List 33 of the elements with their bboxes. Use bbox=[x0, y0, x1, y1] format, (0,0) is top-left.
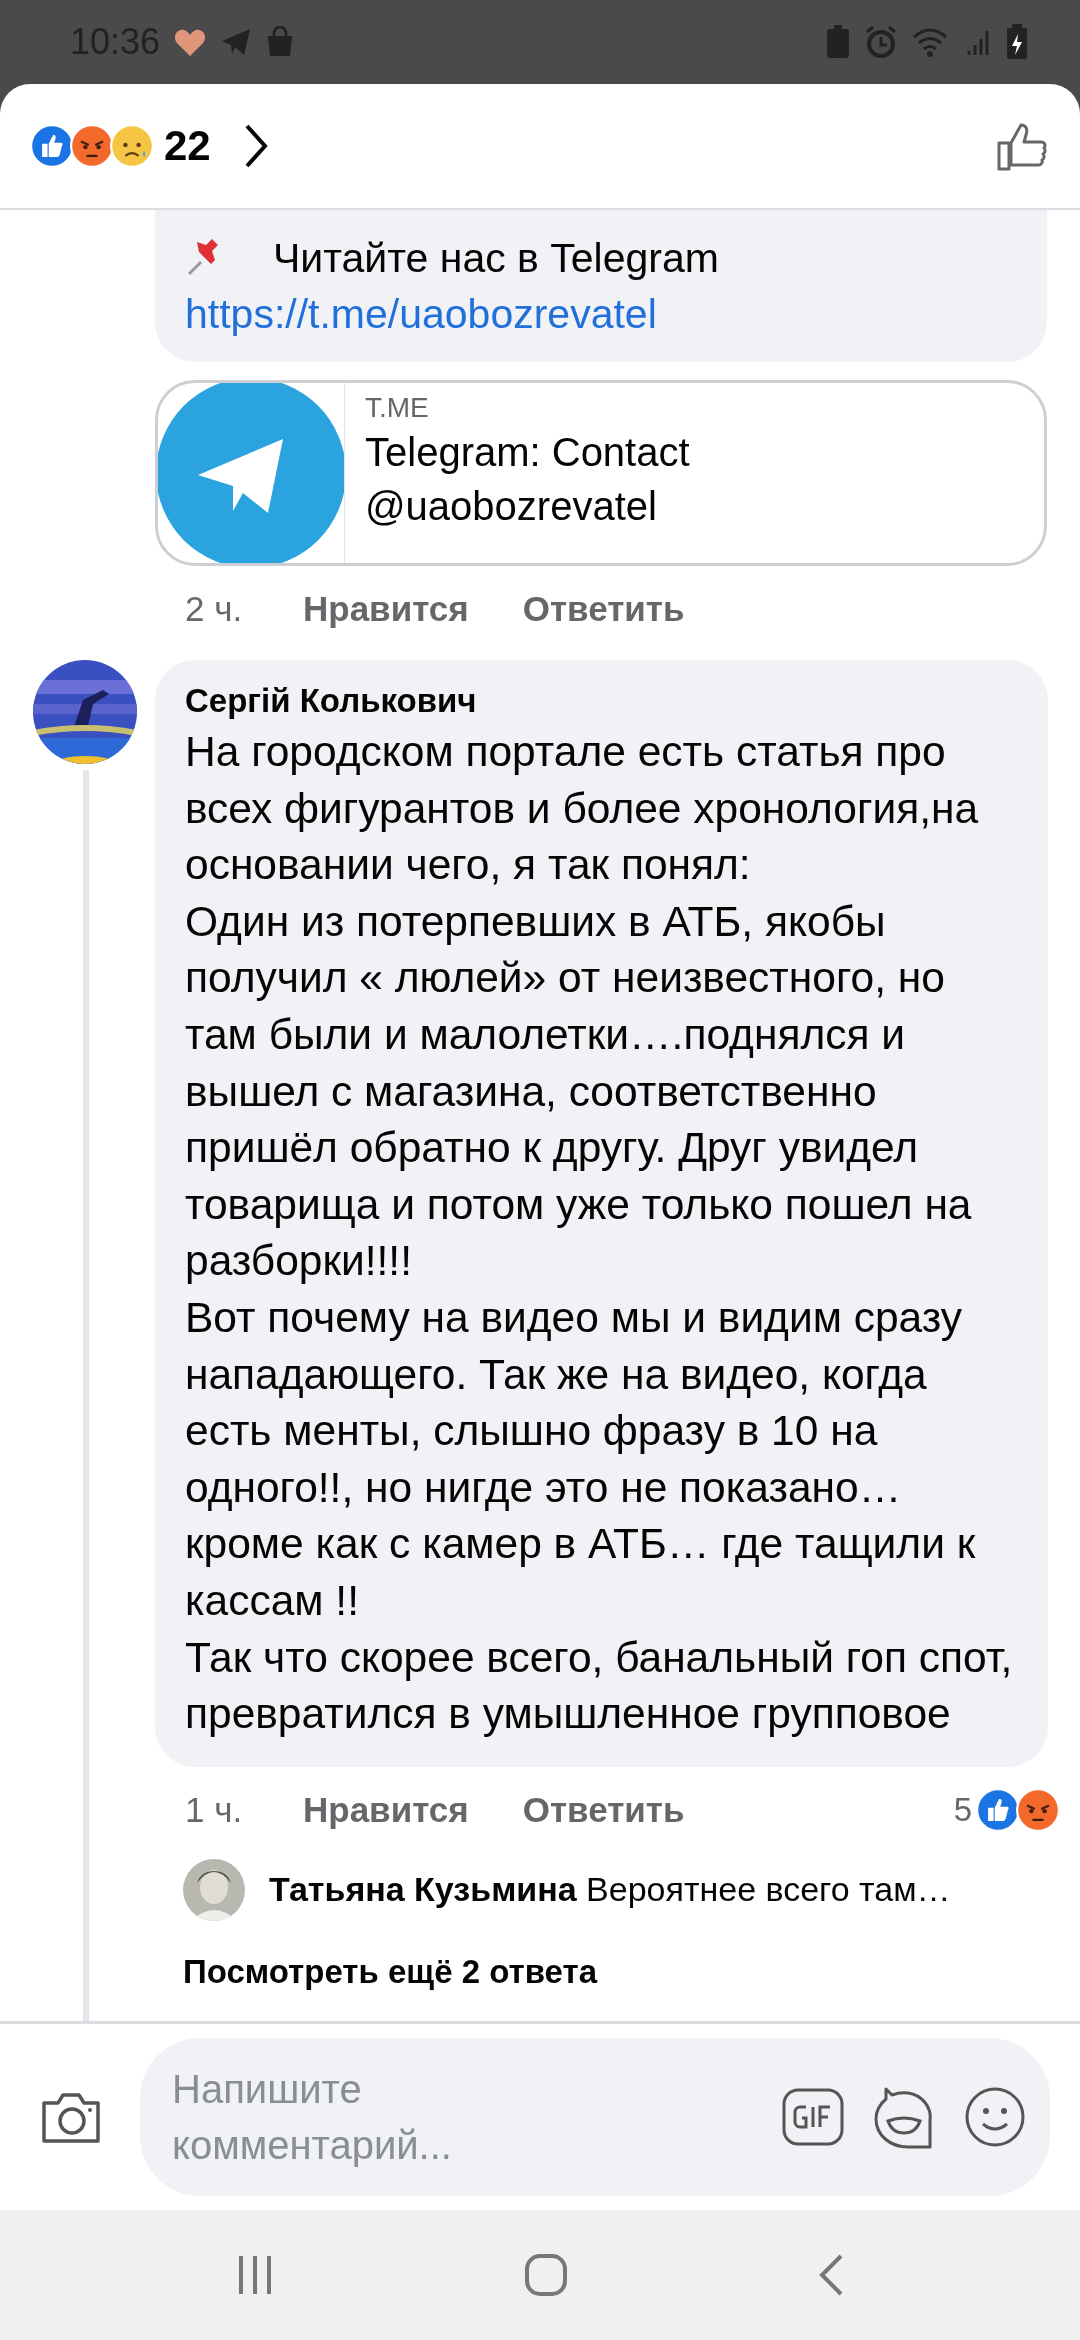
emoji-icon[interactable] bbox=[964, 2086, 1026, 2148]
comment-author[interactable]: Сергій Колькович bbox=[185, 678, 1018, 724]
link-title: Telegram: Contact @uaobozrevatel bbox=[365, 429, 691, 530]
reply-preview[interactable]: Татьяна Кузьмина Вероятнее всего там… bbox=[269, 1870, 951, 1910]
comment-input[interactable]: Напишите комментарий... bbox=[172, 2061, 592, 2173]
heart-icon bbox=[174, 27, 207, 57]
link-preview-card[interactable]: T.ME Telegram: Contact @uaobozrevatel bbox=[155, 380, 1047, 566]
angry-reaction-icon bbox=[1016, 1787, 1060, 1832]
battery-charging-icon bbox=[1006, 24, 1028, 60]
alarm-icon bbox=[864, 25, 898, 59]
link-domain: T.ME bbox=[365, 391, 430, 425]
comment-time: 2 ч. bbox=[185, 589, 244, 629]
like-button[interactable]: Нравится bbox=[303, 1789, 469, 1830]
like-reaction-icon bbox=[30, 124, 74, 168]
like-button[interactable]: Нравится bbox=[303, 589, 469, 629]
comment-field[interactable]: Напишите комментарий... bbox=[140, 2038, 1050, 2196]
telegram-link[interactable]: https://t.me/uaobozrevatel bbox=[185, 286, 1017, 342]
sad-reaction-icon bbox=[110, 124, 154, 168]
reply-button[interactable]: Ответить bbox=[522, 1789, 685, 1830]
shopping-bag-icon bbox=[266, 26, 295, 58]
paper-plane-logo-icon bbox=[158, 383, 345, 563]
comment-text: На городском портале есть статья про всех фигурантов и более хронология,на основании чего, я так понял: Один из потерпевших в АТБ, якобы получил « люлей» от неизвестного, но там были и малолетки….поднялся и вышел с магазина, соответственно пришёл обратно к другу. Друг увидел товарища и потом уже только пошел на разборки!!!! Вот почему на видео мы и видим сразу нападающего. Так же на видео, когда есть менты, слышно фразу в 10 на одного!!, но нигде это не показано…кроме как с камер в АТБ… где тащили к кассам !! Так что скорее всего, банальный гоп спот, превратился в умышленное групповое bbox=[185, 727, 1014, 1740]
post-text: Читайте нас в Telegram bbox=[273, 234, 719, 283]
angry-reaction-icon bbox=[70, 124, 114, 168]
reaction-count[interactable]: 22 bbox=[164, 122, 211, 170]
like-reaction-icon bbox=[976, 1787, 1020, 1832]
gif-icon[interactable] bbox=[782, 2088, 844, 2146]
comment-time: 1 ч. bbox=[185, 1789, 244, 1830]
paper-plane-icon bbox=[220, 27, 253, 57]
home-icon[interactable] bbox=[524, 2253, 568, 2297]
view-more-replies-link[interactable]: Посмотреть ещё 2 ответа bbox=[183, 1952, 1080, 1991]
reply-button[interactable]: Ответить bbox=[522, 589, 685, 629]
reaction-count[interactable]: 5 bbox=[953, 1790, 972, 1829]
